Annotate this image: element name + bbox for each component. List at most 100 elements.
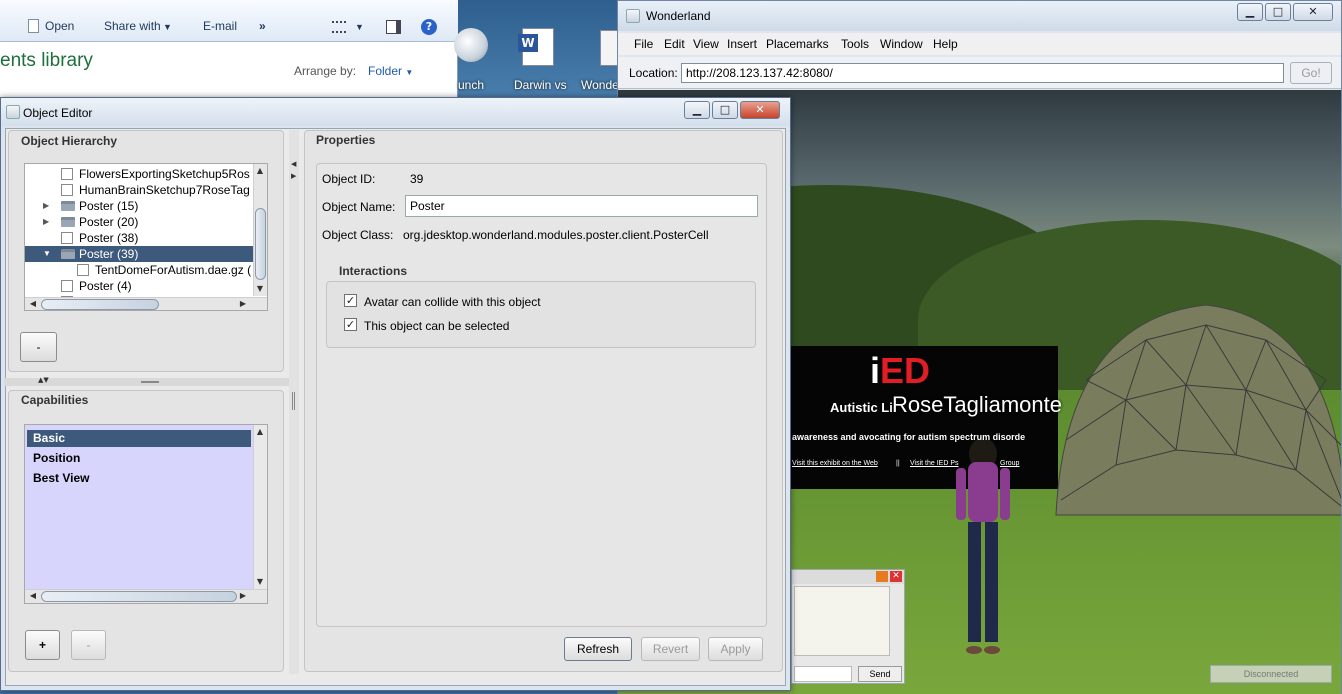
send-button[interactable]: Send [858, 666, 902, 682]
chat-minimize-icon[interactable] [876, 571, 888, 582]
object-id-value: 39 [410, 172, 424, 186]
poster-link-web[interactable]: Visit this exhibit on the Web [792, 460, 878, 467]
menu-edit[interactable]: Edit [664, 37, 685, 51]
tree-node-label: FlowersExportingSketchup5Ros [79, 167, 250, 181]
help-icon[interactable]: ? [421, 19, 437, 35]
menu-tools[interactable]: Tools [841, 37, 869, 51]
file-icon [61, 184, 73, 196]
menu-placemarks[interactable]: Placemarks [766, 37, 829, 51]
interactions-group [326, 281, 756, 348]
split-divider-horizontal[interactable]: ▲▼ [4, 376, 290, 386]
chat-messages[interactable] [794, 586, 890, 656]
tree-node[interactable]: Poster (4) [25, 278, 253, 294]
collapse-arrows-icon[interactable]: ◀ ▶ [291, 158, 296, 182]
revert-button[interactable]: Revert [641, 637, 700, 661]
more-commands-button[interactable]: » [259, 19, 266, 33]
refresh-button[interactable]: Refresh [564, 637, 632, 661]
menu-help[interactable]: Help [933, 37, 958, 51]
drag-handle-icon[interactable] [141, 381, 159, 383]
capability-item[interactable]: Best View [27, 470, 251, 487]
window-title: Wonderland [646, 9, 711, 23]
tree-node[interactable]: ▶ Poster (20) [25, 214, 253, 230]
scroll-left-icon[interactable]: ◀ [27, 591, 39, 600]
remove-object-button[interactable]: - [20, 332, 57, 362]
scroll-right-icon[interactable]: ▶ [237, 299, 249, 308]
scroll-down-icon[interactable]: ▼ [254, 284, 266, 293]
drag-handle-icon[interactable] [292, 392, 295, 410]
menu-window[interactable]: Window [880, 37, 923, 51]
capabilities-horizontal-scrollbar[interactable]: ◀ ▶ [25, 589, 267, 603]
selectable-checkbox[interactable]: ✓ [344, 318, 357, 331]
editor-maximize-button[interactable]: □ [712, 101, 738, 119]
scroll-thumb[interactable] [41, 591, 237, 602]
scroll-up-icon[interactable]: ▲ [254, 427, 266, 436]
expanded-arrow-icon[interactable]: ▼ [43, 246, 53, 262]
menu-insert[interactable]: Insert [727, 37, 757, 51]
connection-status: Disconnected [1210, 665, 1332, 683]
object-name-label: Object Name: [322, 200, 396, 214]
tree-node[interactable]: ▶ Poster (15) [25, 198, 253, 214]
poster-link-separator: || [896, 460, 900, 467]
collapsed-arrow-icon[interactable]: ▶ [43, 214, 53, 230]
tree-vertical-scrollbar[interactable]: ▲ ▼ [253, 164, 267, 296]
chat-input[interactable] [794, 666, 852, 682]
add-capability-button[interactable]: + [25, 630, 60, 660]
scroll-right-icon[interactable]: ▶ [237, 591, 249, 600]
collapsed-arrow-icon[interactable]: ▶ [43, 198, 53, 214]
capabilities-vertical-scrollbar[interactable]: ▲ ▼ [253, 425, 267, 589]
capability-item[interactable]: Basic [27, 430, 251, 447]
editor-minimize-button[interactable]: ▁ [684, 101, 710, 119]
menu-file[interactable]: File [634, 37, 653, 51]
chat-close-icon[interactable]: ✕ [890, 571, 902, 582]
scroll-thumb[interactable] [255, 208, 266, 280]
scroll-down-icon[interactable]: ▼ [254, 577, 266, 586]
file-icon [61, 168, 73, 180]
capabilities-list[interactable]: Basic Position Best View ▲ ▼ ◀ ▶ [24, 424, 268, 604]
email-button[interactable]: E-mail [203, 19, 237, 33]
collapse-arrows-icon[interactable]: ▲▼ [38, 376, 49, 384]
view-dropdown-icon[interactable]: ▼ [355, 22, 364, 32]
explorer-window: Open Share with ▼ E-mail » ▼ ? ents libr… [0, 0, 458, 100]
menu-view[interactable]: View [693, 37, 719, 51]
scroll-thumb[interactable] [41, 299, 159, 310]
remove-capability-button[interactable]: - [71, 630, 106, 660]
object-class-label: Object Class: [322, 228, 394, 242]
scroll-up-icon[interactable]: ▲ [254, 166, 266, 175]
collide-checkbox[interactable]: ✓ [344, 294, 357, 307]
editor-close-button[interactable]: ✕ [740, 101, 780, 119]
menu-bar: File Edit View Insert Placemarks Tools W… [618, 33, 1341, 55]
user-avatar[interactable] [948, 440, 1018, 660]
folder-icon [61, 201, 75, 211]
avatar-name-tag: RoseTagliamonte [892, 392, 1062, 417]
maximize-button[interactable]: □ [1265, 3, 1291, 21]
object-hierarchy-header: Object Hierarchy [21, 134, 118, 148]
tree-node[interactable]: Poster (38) [25, 230, 253, 246]
word-document-icon[interactable]: W [518, 28, 568, 72]
tree-node-label: HumanBrainSketchup7RoseTag [79, 183, 250, 197]
view-options-icon[interactable] [332, 21, 346, 33]
object-hierarchy-tree[interactable]: FlowersExportingSketchup5Ros HumanBrainSk… [24, 163, 268, 311]
launch-shortcut-icon[interactable] [454, 28, 504, 72]
object-name-input[interactable]: Poster [405, 195, 758, 217]
open-button[interactable]: Open [45, 19, 74, 33]
chevron-down-icon: ▼ [405, 68, 414, 77]
apply-button[interactable]: Apply [708, 637, 763, 661]
folder-icon [61, 217, 75, 227]
preview-pane-icon[interactable] [386, 20, 401, 34]
split-divider-vertical[interactable]: ◀ ▶ [289, 130, 299, 674]
minimize-button[interactable]: ▁ [1237, 3, 1263, 21]
tree-node[interactable]: ▼ Poster (39) [25, 246, 253, 262]
file-icon [61, 280, 73, 292]
close-button[interactable]: ✕ [1293, 3, 1333, 21]
location-input[interactable]: http://208.123.137.42:8080/ [681, 63, 1284, 83]
tree-node[interactable]: FlowersExportingSketchup5Ros [25, 166, 253, 182]
tree-node[interactable]: HumanBrainSketchup7RoseTag [25, 182, 253, 198]
share-with-button[interactable]: Share with [104, 19, 161, 33]
tree-node[interactable]: TentDomeForAutism.dae.gz ( [25, 262, 253, 278]
capability-item[interactable]: Position [27, 450, 251, 467]
go-button[interactable]: Go! [1290, 62, 1332, 84]
scroll-left-icon[interactable]: ◀ [27, 299, 39, 308]
tree-horizontal-scrollbar[interactable]: ◀ ▶ [25, 297, 267, 310]
arrange-folder-dropdown[interactable]: Folder ▼ [368, 64, 413, 78]
tree-node-label: Poster (38) [79, 231, 139, 245]
